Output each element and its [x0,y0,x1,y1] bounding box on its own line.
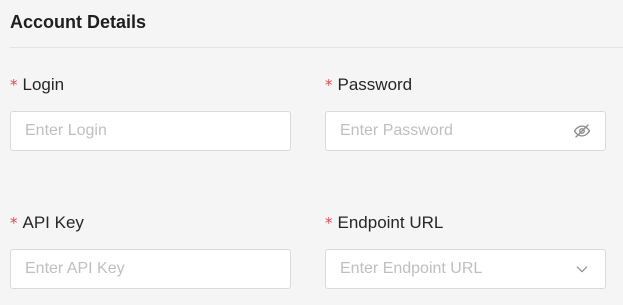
endpoint-url-label: Endpoint URL [337,213,444,232]
endpoint-url-placeholder: Enter Endpoint URL [340,260,483,277]
login-label-row: * Login [10,74,291,96]
required-asterisk: * [10,214,18,232]
api-key-label: API Key [22,213,84,232]
required-asterisk: * [325,214,333,232]
password-label: Password [337,75,413,94]
password-label-row: * Password [325,74,606,96]
endpoint-url-select[interactable]: Enter Endpoint URL [325,249,606,289]
api-key-field-group: * API Key [10,212,291,289]
api-key-input-wrapper [10,249,291,289]
password-input-wrapper [325,111,606,151]
chevron-down-icon [572,259,592,279]
login-input-wrapper [10,111,291,151]
section-title: Account Details [10,12,147,32]
password-input[interactable] [340,122,591,140]
required-asterisk: * [325,76,333,94]
api-key-label-row: * API Key [10,212,291,234]
password-field-group: * Password [325,74,606,151]
login-input[interactable] [25,122,276,140]
eye-off-icon[interactable] [572,121,592,141]
required-asterisk: * [10,76,18,94]
login-field-group: * Login [10,74,291,151]
login-label: Login [22,75,65,94]
endpoint-url-field-group: * Endpoint URL Enter Endpoint URL [325,212,606,289]
section-divider [10,47,623,48]
api-key-input[interactable] [25,260,276,278]
endpoint-url-label-row: * Endpoint URL [325,212,606,234]
